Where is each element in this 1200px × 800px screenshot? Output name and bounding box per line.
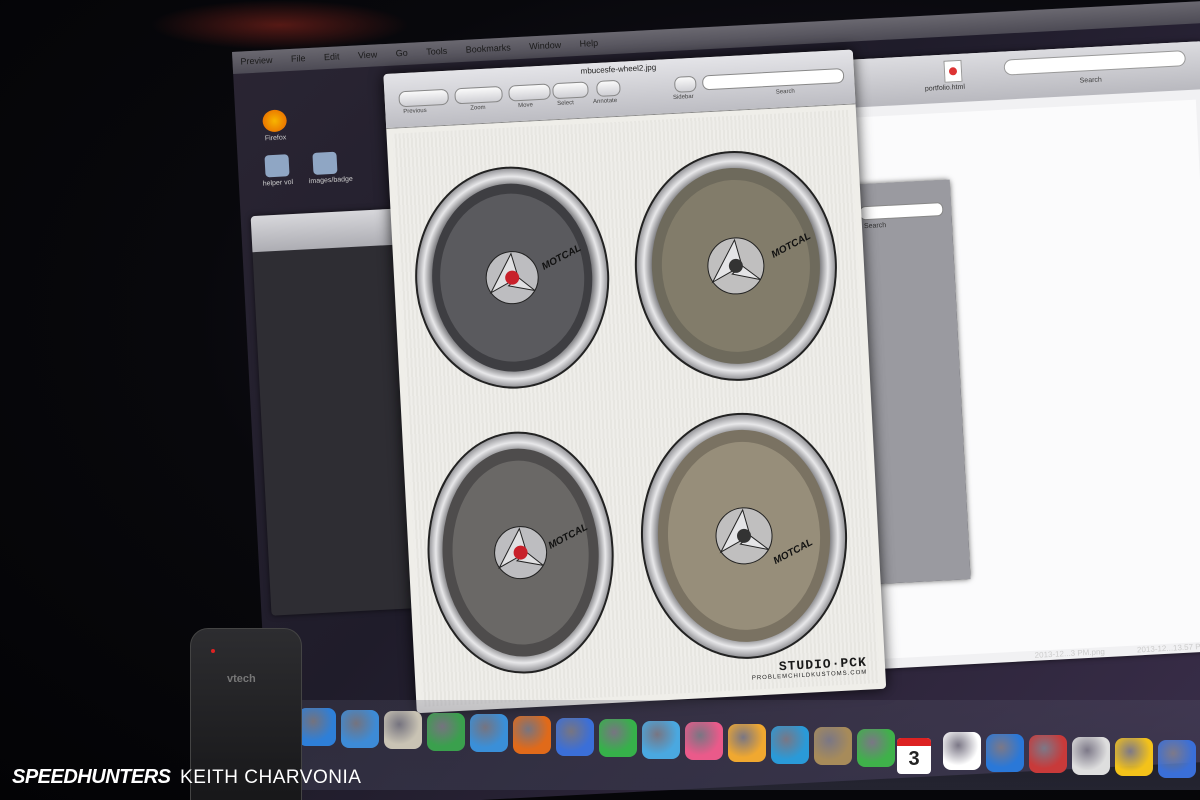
folder-icon xyxy=(264,154,290,178)
toolbar-label: Select xyxy=(557,100,574,108)
wheel: MOTCAL xyxy=(427,431,614,674)
dock-app-icon[interactable] xyxy=(814,727,852,766)
photo-credit: SPEEDHUNTERS KEITH CHARVONIA xyxy=(12,766,361,789)
toolbar-label: Move xyxy=(518,102,534,110)
dock-app-icon[interactable] xyxy=(685,722,723,761)
dock-app-icon[interactable] xyxy=(513,716,551,754)
dock-app-icon[interactable] xyxy=(986,733,1024,772)
menu-item[interactable]: Preview xyxy=(240,55,272,67)
site-name: SPEEDHUNTERS xyxy=(12,766,171,788)
desktop-icon-label: Firefox xyxy=(264,134,287,143)
menu-item[interactable]: File xyxy=(291,53,306,64)
sidebar-button[interactable] xyxy=(673,75,697,93)
desktop-icon-label: helper vol xyxy=(262,178,294,188)
dock-app-icon[interactable] xyxy=(642,720,680,759)
search-label: Search xyxy=(1079,76,1103,85)
desktop-icon-firefox[interactable]: Firefox xyxy=(257,109,293,143)
dock-app-icon[interactable] xyxy=(1158,740,1196,778)
search-label: Search xyxy=(775,88,796,96)
dock-app-icon[interactable] xyxy=(384,711,422,750)
calendar-day: 3 xyxy=(908,748,920,770)
search-input[interactable] xyxy=(858,202,944,221)
previous-next-button[interactable] xyxy=(398,88,450,108)
desktop-icon-label: images/badge xyxy=(308,175,353,186)
annotate-button[interactable] xyxy=(596,79,621,97)
wheel: MOTCAL xyxy=(640,412,848,659)
search-input[interactable] xyxy=(1003,50,1187,76)
monitor-screen: Preview File Edit View Go Tools Bookmark… xyxy=(232,0,1200,800)
toolbar-label: Previous xyxy=(403,107,427,116)
window-toolbar: portfolio.html Search xyxy=(833,41,1200,109)
select-button[interactable] xyxy=(552,81,589,100)
dock-app-icon[interactable] xyxy=(857,728,895,767)
dock-app-icon[interactable] xyxy=(771,725,809,764)
dock-app-icon[interactable] xyxy=(728,724,766,762)
desktop-icon-folder[interactable]: images/badge xyxy=(307,151,353,185)
toolbar-label: Annotate xyxy=(592,97,618,106)
dock-app-icon[interactable] xyxy=(1072,736,1110,775)
red-light-glow xyxy=(150,0,410,50)
preview-window: mbucesfe-wheel2.jpg Previous Zoom Move S… xyxy=(383,49,887,714)
wheel: MOTCAL xyxy=(634,150,837,381)
dock-app-icon[interactable] xyxy=(1029,735,1067,774)
firefox-icon xyxy=(262,109,288,133)
search-input[interactable] xyxy=(701,68,845,91)
menu-item[interactable]: Window xyxy=(529,40,561,52)
phone-brand: vtech xyxy=(227,673,256,685)
calendar-header xyxy=(897,738,931,746)
search-label: Search xyxy=(863,222,887,231)
file-label: portfolio.html xyxy=(924,83,966,93)
dock-app-icon[interactable] xyxy=(427,712,465,751)
dock-app-icon[interactable] xyxy=(599,719,637,758)
phone-led xyxy=(211,649,215,653)
wheel: MOTCAL xyxy=(415,166,610,389)
menu-item[interactable]: Go xyxy=(396,48,409,59)
toolbar-label: Sidebar xyxy=(672,93,694,101)
dock xyxy=(290,700,1200,790)
wheels-image: MOTCAL MOTCAL MOTCAL MOTCAL xyxy=(415,150,848,674)
dock-app-icon[interactable] xyxy=(1115,738,1153,777)
html-file-icon[interactable] xyxy=(943,59,963,83)
folder-icon xyxy=(312,151,338,175)
photographer-name: KEITH CHARVONIA xyxy=(180,767,362,788)
dock-app-icon[interactable] xyxy=(470,714,508,753)
calendar-icon[interactable]: 3 xyxy=(897,738,931,774)
menu-item[interactable]: View xyxy=(358,49,378,60)
dock-app-icon[interactable] xyxy=(943,732,981,770)
menu-item[interactable]: Bookmarks xyxy=(465,42,510,54)
zoom-button[interactable] xyxy=(454,85,503,105)
dock-app-icon[interactable] xyxy=(556,717,594,756)
image-canvas: MOTCAL MOTCAL MOTCAL MOTCAL STUDIO·PCK P… xyxy=(392,109,880,707)
menu-item[interactable]: Tools xyxy=(426,46,448,57)
menu-item[interactable]: Edit xyxy=(324,51,340,62)
menu-item[interactable]: Help xyxy=(579,38,598,49)
desktop-icon-folder[interactable]: helper vol xyxy=(259,154,295,188)
dock-app-icon[interactable] xyxy=(298,708,336,746)
photo-scene: Preview File Edit View Go Tools Bookmark… xyxy=(0,0,1200,800)
toolbar-label: Zoom xyxy=(470,104,486,112)
move-button[interactable] xyxy=(508,83,551,102)
dock-app-icon[interactable] xyxy=(341,709,379,748)
